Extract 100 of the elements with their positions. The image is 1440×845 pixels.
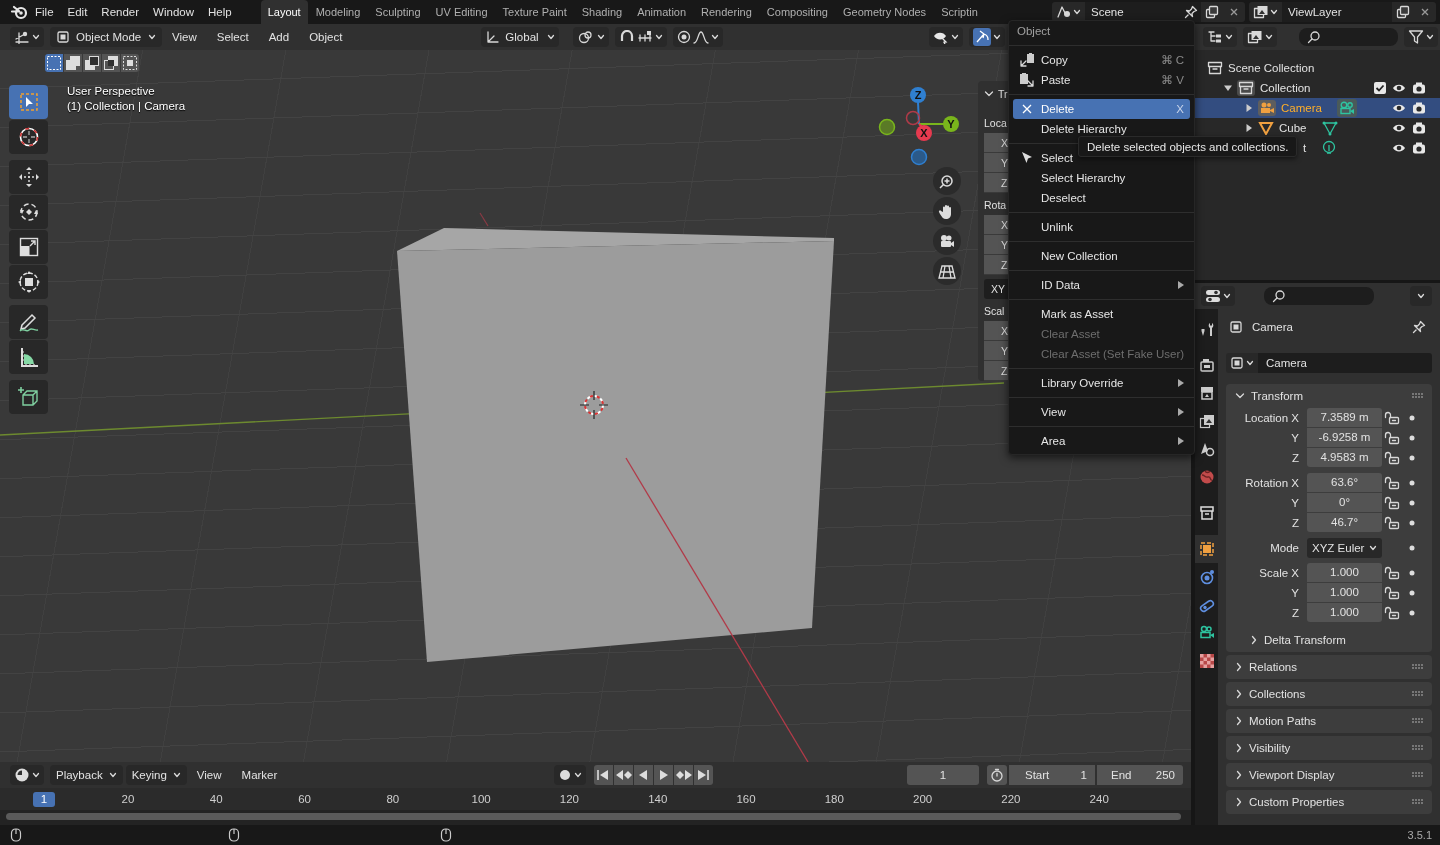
- browse-button[interactable]: [1052, 2, 1085, 22]
- filter-dropdown[interactable]: [1404, 27, 1438, 47]
- menu-item[interactable]: Window: [146, 6, 201, 18]
- search-field[interactable]: [1264, 287, 1374, 305]
- checkbox-checked-icon[interactable]: [1374, 82, 1386, 94]
- gizmo-axis-handle[interactable]: [910, 148, 928, 166]
- chevron-right-icon[interactable]: [1235, 689, 1243, 699]
- camera-icon[interactable]: [1412, 142, 1426, 154]
- menu-dropdown[interactable]: Keying: [125, 765, 187, 785]
- visibility-dropdown[interactable]: [929, 27, 963, 47]
- playback-button[interactable]: [654, 765, 674, 785]
- number-field[interactable]: 0°: [1307, 493, 1382, 512]
- keyframe-dot-icon[interactable]: [1409, 455, 1415, 461]
- selection-mode-button[interactable]: [45, 54, 63, 72]
- lock-open-icon[interactable]: [1384, 516, 1400, 530]
- tool-button[interactable]: [9, 160, 48, 194]
- menu-item[interactable]: Help: [201, 6, 239, 18]
- collapsed-arrow-icon[interactable]: [1245, 104, 1253, 112]
- workspace-tab[interactable]: Compositing: [759, 0, 835, 24]
- menu-item[interactable]: Marker: [231, 769, 288, 781]
- keyframe-dot-icon[interactable]: [1409, 520, 1415, 526]
- scene-field[interactable]: Scene: [1085, 2, 1181, 22]
- chevron-right-icon[interactable]: [1235, 743, 1243, 753]
- panel-header[interactable]: Motion Paths: [1226, 709, 1432, 733]
- end-frame-field[interactable]: End 250: [1097, 765, 1183, 785]
- browse-button[interactable]: [1226, 353, 1258, 373]
- close-icon[interactable]: [1229, 7, 1239, 17]
- triangle-vertices-icon[interactable]: [1321, 120, 1338, 136]
- drag-handle-icon[interactable]: [1412, 664, 1424, 670]
- video-camera-icon[interactable]: [1258, 100, 1276, 116]
- chevron-right-icon[interactable]: [1235, 716, 1243, 726]
- blender-logo-icon[interactable]: [10, 4, 28, 20]
- chevron-down-icon[interactable]: [1235, 392, 1245, 400]
- gizmo-toggle[interactable]: [969, 27, 1005, 47]
- start-frame-field[interactable]: Start 1: [1009, 765, 1095, 785]
- lock-open-icon[interactable]: [1384, 431, 1400, 445]
- workspace-tab[interactable]: Shading: [574, 0, 630, 24]
- mode-dropdown[interactable]: Object Mode: [50, 27, 162, 47]
- view-layer-dropdown[interactable]: [1243, 27, 1277, 47]
- drag-handle-icon[interactable]: [1412, 745, 1424, 751]
- workspace-tab[interactable]: Texture Paint: [495, 0, 574, 24]
- gizmo-axis-handle[interactable]: [878, 118, 896, 136]
- menu-item[interactable]: Copy ⌘ C: [1013, 50, 1190, 70]
- chevron-right-icon[interactable]: [1235, 770, 1243, 780]
- chevron-right-icon[interactable]: [1235, 662, 1243, 672]
- lock-open-icon[interactable]: [1384, 566, 1400, 580]
- keyframe-dot-icon[interactable]: [1409, 590, 1415, 596]
- workspace-tab[interactable]: Modeling: [308, 0, 368, 24]
- pin-icon[interactable]: [1412, 320, 1426, 334]
- current-frame-field[interactable]: 1: [907, 765, 979, 785]
- preview-range-button[interactable]: [987, 765, 1007, 785]
- drag-handle-icon[interactable]: [1412, 691, 1424, 697]
- tool-button[interactable]: [9, 340, 48, 374]
- menu-item[interactable]: View: [1013, 402, 1190, 422]
- tool-button[interactable]: [9, 305, 48, 339]
- subpanel-header[interactable]: Delta Transform: [1226, 628, 1432, 652]
- workspace-tab[interactable]: Animation: [630, 0, 694, 24]
- menu-item[interactable]: Add: [258, 31, 300, 43]
- panel-header[interactable]: Transform: [1226, 384, 1432, 408]
- lock-open-icon[interactable]: [1384, 411, 1400, 425]
- tool-button[interactable]: [9, 195, 48, 229]
- camera-icon[interactable]: [1412, 102, 1426, 114]
- gizmo-axis-handle[interactable]: X: [916, 125, 932, 141]
- keyframe-dot-icon[interactable]: [1409, 500, 1415, 506]
- keyframe-dot-icon[interactable]: [1409, 570, 1415, 576]
- snap-button[interactable]: [615, 27, 668, 47]
- collapsed-arrow-icon[interactable]: [1245, 124, 1253, 132]
- gizmo-axis-handle[interactable]: Y: [943, 116, 959, 132]
- remove-button[interactable]: [1223, 2, 1245, 22]
- lock-open-icon[interactable]: [1384, 606, 1400, 620]
- keyframe-dot-icon[interactable]: [1409, 435, 1415, 441]
- workspace-tab[interactable]: Layout: [260, 0, 308, 24]
- number-field[interactable]: 1.000: [1307, 603, 1382, 622]
- lock-open-icon[interactable]: [1384, 451, 1400, 465]
- view-layer-field[interactable]: ViewLayer: [1282, 2, 1392, 22]
- workspace-tab[interactable]: Scriptin: [934, 0, 985, 24]
- gizmo-axis-handle[interactable]: [905, 110, 921, 126]
- keyframe-dot-icon[interactable]: [1409, 415, 1415, 421]
- selection-mode-button[interactable]: [64, 54, 82, 72]
- tool-button[interactable]: [9, 120, 48, 154]
- selection-mode-button[interactable]: [121, 54, 139, 72]
- bulb-outline-icon[interactable]: [1321, 140, 1338, 156]
- remove-button[interactable]: [1414, 2, 1436, 22]
- editor-type-button[interactable]: [1201, 286, 1235, 306]
- playhead-frame[interactable]: 1: [33, 792, 55, 807]
- tool-button[interactable]: [9, 380, 48, 414]
- keyframe-dot-icon[interactable]: [1409, 545, 1415, 551]
- lock-open-icon[interactable]: [1384, 586, 1400, 600]
- gizmo-axis-handle[interactable]: Z: [910, 87, 926, 103]
- menu-item[interactable]: Object: [299, 31, 353, 43]
- menu-item[interactable]: Area: [1013, 431, 1190, 451]
- eye-icon[interactable]: [1392, 82, 1406, 94]
- drag-handle-icon[interactable]: [1412, 799, 1424, 805]
- browse-button[interactable]: [1249, 2, 1282, 22]
- close-icon[interactable]: [1420, 7, 1430, 17]
- number-field[interactable]: 7.3589 m: [1307, 408, 1382, 427]
- drag-handle-icon[interactable]: [1412, 718, 1424, 724]
- number-field[interactable]: 46.7°: [1307, 513, 1382, 532]
- rotation-mode-dropdown[interactable]: XYZ Euler: [1307, 538, 1382, 558]
- tool-button[interactable]: [9, 265, 48, 299]
